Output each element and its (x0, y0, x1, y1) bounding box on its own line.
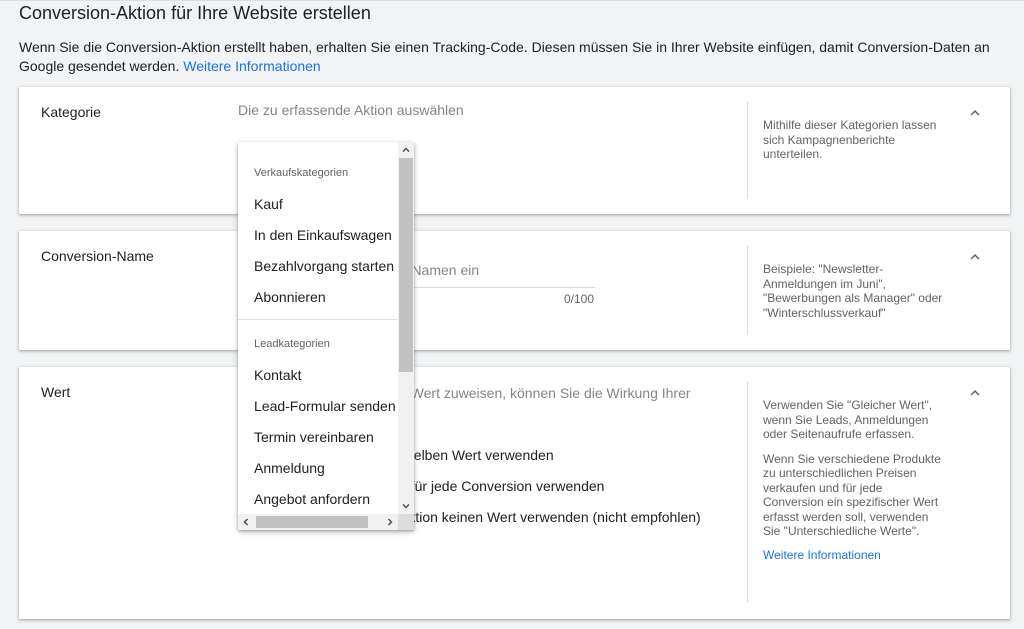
dropdown-item-kontakt[interactable]: Kontakt (254, 367, 301, 383)
dropdown-item-termin[interactable]: Termin vereinbaren (254, 429, 374, 445)
kategorie-card: Kategorie Die zu erfassende Aktion auswä… (19, 87, 1010, 214)
wert-description: n Wert zuweisen, können Sie die Wirkung … (399, 385, 691, 401)
wert-option-none[interactable]: Aktion keinen Wert verwenden (nicht empf… (399, 509, 701, 525)
wert-option-same[interactable]: nselben Wert verwenden (399, 447, 554, 463)
dropdown-item-bezahlvorgang[interactable]: Bezahlvorgang starten (254, 258, 394, 274)
conversion-name-underline (399, 287, 595, 288)
intro-body: Wenn Sie die Conversion-Aktion erstellt … (19, 39, 990, 74)
card-divider (747, 381, 748, 603)
top-border (0, 0, 1024, 1)
chevron-up-icon[interactable] (966, 384, 984, 402)
dropdown-item-kauf[interactable]: Kauf (254, 196, 283, 212)
dropdown-item-abonnieren[interactable]: Abonnieren (254, 289, 326, 305)
chevron-up-icon[interactable] (966, 248, 984, 266)
dropdown-section-sales: Verkaufskategorien (254, 167, 349, 179)
wert-help-text-2: Wenn Sie verschiedene Produkte zu unters… (763, 451, 941, 539)
horizontal-scroll-thumb[interactable] (256, 516, 368, 528)
conversion-name-label: Conversion-Name (41, 248, 154, 264)
page-title: Conversion-Aktion für Ihre Website erste… (19, 3, 371, 23)
kategorie-help: Mithilfe dieser Kategorien lassen sich K… (763, 118, 937, 161)
chevron-up-icon[interactable] (966, 104, 984, 122)
dropdown-item-lead-formular[interactable]: Lead-Formular senden (254, 398, 396, 414)
scroll-down-arrow-icon[interactable] (398, 498, 414, 514)
dropdown-item-einkaufswagen[interactable]: In den Einkaufswagen (254, 227, 392, 243)
wert-more-info-link[interactable]: Weitere Informationen (763, 548, 881, 563)
wert-option-different[interactable]: e für jede Conversion verwenden (399, 478, 604, 494)
conversion-name-help: Beispiele: "Newsletter-Anmeldungen im Ju… (763, 262, 943, 320)
scroll-up-arrow-icon[interactable] (398, 142, 414, 158)
card-divider (747, 101, 748, 199)
wert-help: Verwenden Sie "Gleicher Wert", wenn Sie … (763, 398, 945, 562)
vertical-scroll-thumb[interactable] (399, 158, 413, 372)
card-divider (747, 245, 748, 335)
scroll-left-arrow-icon[interactable] (238, 514, 254, 530)
scrollbar-corner (398, 514, 414, 530)
dropdown-separator (238, 319, 398, 320)
wert-label: Wert (41, 384, 71, 400)
wert-card: Wert n Wert zuweisen, können Sie die Wir… (19, 367, 1010, 619)
kategorie-label: Kategorie (41, 104, 101, 120)
dropdown-item-angebot[interactable]: Angebot anfordern (254, 491, 370, 507)
intro-text: Wenn Sie die Conversion-Aktion erstellt … (19, 38, 1014, 76)
kategorie-select[interactable]: Die zu erfassende Aktion auswählen (238, 102, 464, 118)
more-info-link[interactable]: Weitere Informationen (183, 58, 320, 74)
kategorie-dropdown[interactable]: Verkaufskategorien Kauf In den Einkaufsw… (238, 142, 414, 530)
scroll-right-arrow-icon[interactable] (382, 514, 398, 530)
wert-help-text-1: Verwenden Sie "Gleicher Wert", wenn Sie … (763, 398, 933, 441)
dropdown-item-anmeldung[interactable]: Anmeldung (254, 460, 325, 476)
conversion-name-counter: 0/100 (564, 292, 595, 306)
conversion-name-card: Conversion-Name n-Namen ein 0/100 Beispi… (19, 231, 1010, 350)
dropdown-section-leads: Leadkategorien (254, 338, 330, 350)
